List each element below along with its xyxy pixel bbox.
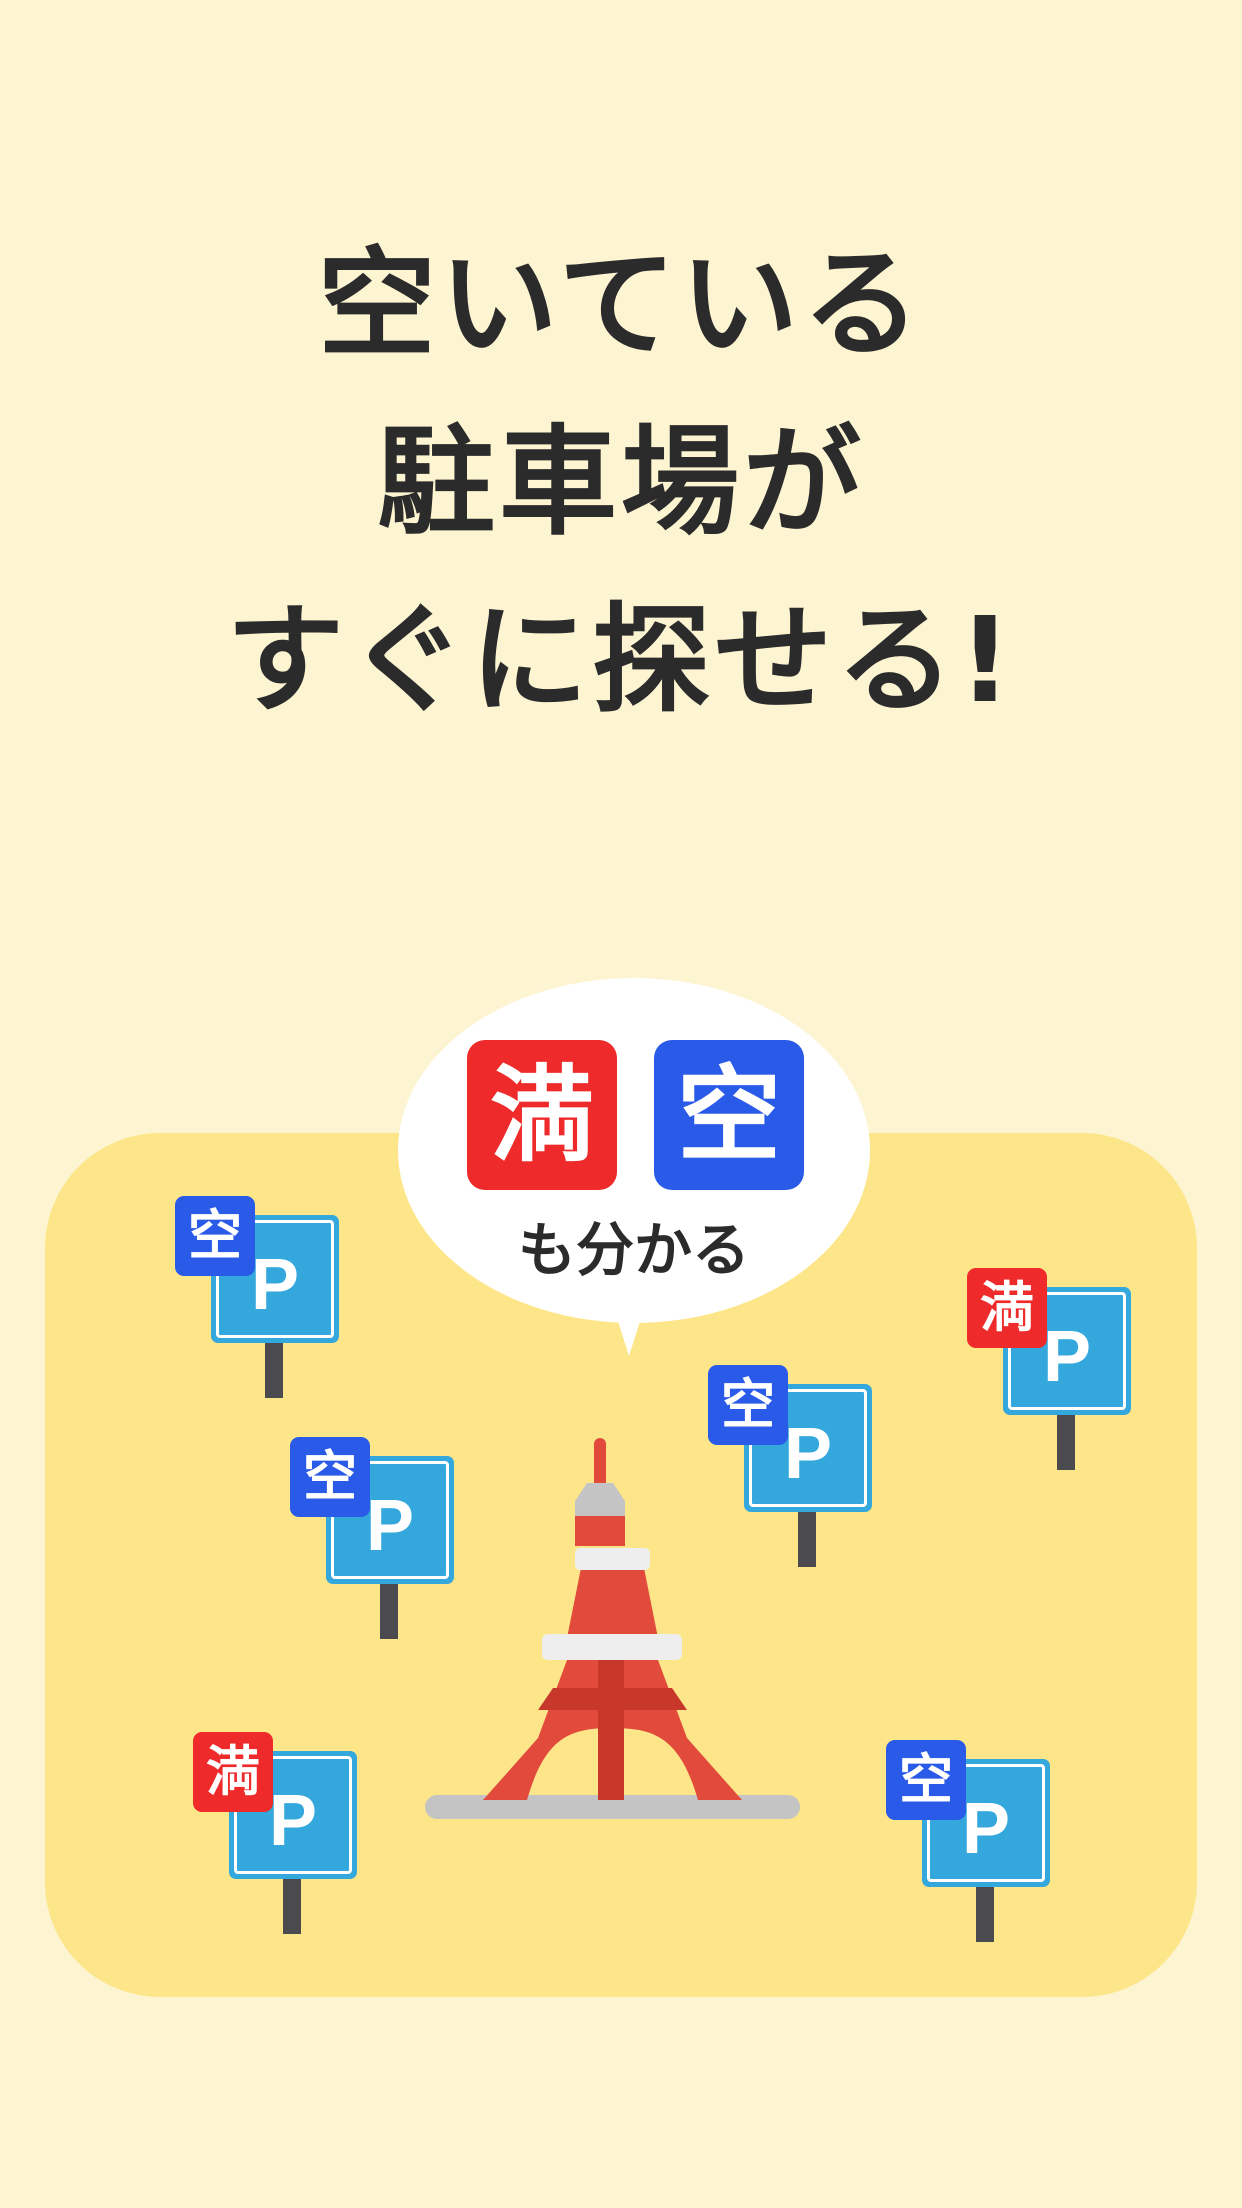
parking-sign-icon: P 空 (175, 1196, 345, 1401)
parking-sign-icon: P 満 (967, 1268, 1137, 1473)
full-badge: 満 (967, 1268, 1047, 1348)
empty-status-tag: 空 (654, 1040, 804, 1190)
headline: 空いている 駐車場が すぐに探せる! (0, 215, 1242, 749)
tokyo-tower-icon (425, 1438, 800, 1819)
sign-pole (380, 1584, 398, 1639)
parking-sign-icon: P 満 (193, 1732, 363, 1937)
headline-line-3: すぐに探せる! (226, 591, 1016, 729)
full-badge: 満 (193, 1732, 273, 1812)
sign-pole (1057, 1415, 1075, 1470)
empty-badge: 空 (175, 1196, 255, 1276)
empty-badge: 空 (886, 1740, 966, 1820)
parking-sign-icon: P 空 (886, 1740, 1056, 1945)
sign-pole (265, 1343, 283, 1398)
headline-line-2: 駐車場が (376, 413, 865, 551)
empty-badge: 空 (290, 1437, 370, 1517)
sign-pole (976, 1887, 994, 1942)
headline-line-1: 空いている (317, 235, 925, 373)
bubble-caption: も分かる (517, 1216, 750, 1284)
empty-badge: 空 (708, 1365, 788, 1445)
speech-bubble-tail (617, 1318, 641, 1356)
full-status-tag: 満 (467, 1040, 617, 1190)
sign-pole (798, 1512, 816, 1567)
sign-pole (283, 1879, 301, 1934)
